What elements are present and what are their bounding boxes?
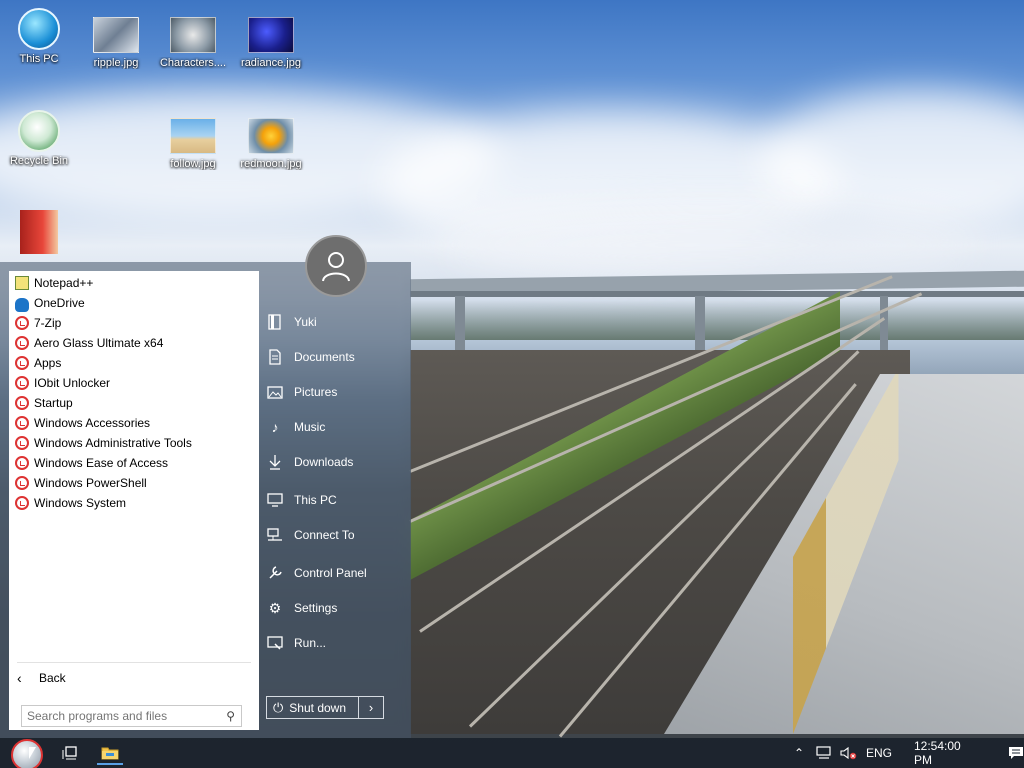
- program-folder-windows-admin-tools[interactable]: Windows Administrative Tools: [9, 433, 259, 453]
- place-control-panel[interactable]: Control Panel: [266, 560, 367, 586]
- task-view-button[interactable]: [58, 741, 84, 765]
- program-folder-windows-ease-of-access[interactable]: Windows Ease of Access: [9, 453, 259, 473]
- place-downloads[interactable]: Downloads: [266, 449, 353, 475]
- computer-icon: [18, 8, 60, 50]
- system-tray: ⌃ ENG 12:54:00 PM: [790, 738, 1024, 768]
- user-avatar[interactable]: [305, 235, 367, 297]
- image-file-icon: [170, 17, 216, 53]
- folder-icon: [15, 416, 29, 430]
- place-this-pc[interactable]: This PC: [266, 487, 337, 513]
- program-folder-aero-glass[interactable]: Aero Glass Ultimate x64: [9, 333, 259, 353]
- folder-icon: [15, 456, 29, 470]
- desktop-icon-radiance[interactable]: radiance.jpg: [233, 17, 309, 69]
- program-folder-windows-powershell[interactable]: Windows PowerShell: [9, 473, 259, 493]
- desktop-icon-book-app[interactable]: [1, 210, 77, 258]
- image-file-icon: [93, 17, 139, 53]
- start-button[interactable]: [11, 739, 43, 768]
- image-file-icon: [248, 118, 294, 154]
- desktop-icon-redmoon[interactable]: redmoon.jpg: [233, 118, 309, 170]
- desktop-icon-characters[interactable]: Characters....: [155, 17, 231, 69]
- taskbar: ⌃ ENG 12:54:00 PM: [0, 738, 1024, 768]
- book-application-icon: [20, 210, 58, 254]
- chevron-left-icon: ‹: [17, 670, 22, 686]
- clock[interactable]: 12:54:00 PM: [914, 739, 982, 767]
- network-status-icon[interactable]: [816, 746, 834, 760]
- document-icon: [266, 348, 284, 366]
- search-box[interactable]: ⚲: [21, 705, 242, 727]
- recycle-bin-icon: [18, 110, 60, 152]
- monitor-icon: [266, 491, 284, 509]
- picture-icon: [266, 383, 284, 401]
- program-folder-windows-system[interactable]: Windows System: [9, 493, 259, 513]
- task-view-icon: [62, 746, 77, 760]
- program-folder-7-zip[interactable]: 7-Zip: [9, 313, 259, 333]
- program-folder-windows-accessories[interactable]: Windows Accessories: [9, 413, 259, 433]
- shutdown-control: ⏻ Shut down ›: [266, 696, 384, 719]
- user-folder-icon: [266, 313, 284, 331]
- onedrive-cloud-icon: [15, 297, 29, 312]
- place-documents[interactable]: Documents: [266, 344, 355, 370]
- chevron-up-icon[interactable]: ⌃: [790, 746, 808, 760]
- folder-icon: [15, 436, 29, 450]
- action-center-icon[interactable]: [1008, 746, 1024, 760]
- program-list-divider: [17, 662, 251, 663]
- shutdown-options-button[interactable]: ›: [359, 697, 383, 718]
- place-music[interactable]: ♪ Music: [266, 414, 326, 440]
- control-panel-icon: [266, 564, 284, 582]
- mouse-cursor-icon: [29, 747, 36, 759]
- power-icon: ⏻: [273, 699, 284, 715]
- program-folder-apps[interactable]: Apps: [9, 353, 259, 373]
- desktop-icon-this-pc[interactable]: This PC: [1, 8, 77, 65]
- run-icon: [266, 634, 284, 652]
- chevron-right-icon: ›: [368, 700, 374, 715]
- download-arrow-icon: [266, 453, 284, 471]
- place-pictures[interactable]: Pictures: [266, 379, 337, 405]
- notepad-icon: [15, 276, 29, 290]
- folder-icon: [15, 316, 29, 330]
- desktop-icon-ripple[interactable]: ripple.jpg: [78, 17, 154, 69]
- folder-icon: [101, 747, 119, 759]
- program-folder-startup[interactable]: Startup: [9, 393, 259, 413]
- desktop-icon-follow[interactable]: follow.jpg: [155, 118, 231, 170]
- shutdown-button[interactable]: ⏻ Shut down: [267, 697, 359, 718]
- folder-icon: [15, 476, 29, 490]
- language-indicator[interactable]: ENG: [866, 746, 892, 760]
- image-file-icon: [170, 118, 216, 154]
- gear-icon: ⚙: [268, 599, 282, 616]
- program-list-pane: Notepad++ OneDrive 7-Zip Aero Glass Ulti…: [9, 271, 259, 730]
- music-note-icon: ♪: [271, 419, 279, 435]
- program-onedrive[interactable]: OneDrive: [9, 293, 259, 313]
- desktop-icon-recycle-bin[interactable]: Recycle Bin: [1, 110, 77, 167]
- volume-muted-icon[interactable]: [840, 746, 858, 760]
- program-list: Notepad++ OneDrive 7-Zip Aero Glass Ulti…: [9, 273, 259, 513]
- folder-icon: [15, 376, 29, 390]
- search-icon[interactable]: ⚲: [226, 709, 235, 723]
- folder-icon: [15, 356, 29, 370]
- program-notepad-plus-plus[interactable]: Notepad++: [9, 273, 259, 293]
- image-file-icon: [248, 17, 294, 53]
- file-explorer-button[interactable]: [97, 741, 123, 765]
- place-user-folder[interactable]: Yuki: [266, 309, 317, 335]
- search-input[interactable]: [27, 709, 217, 723]
- folder-icon: [15, 496, 29, 510]
- start-menu: Notepad++ OneDrive 7-Zip Aero Glass Ulti…: [0, 262, 411, 738]
- place-settings[interactable]: ⚙ Settings: [266, 595, 338, 621]
- network-icon: [266, 526, 284, 544]
- program-folder-iobit-unlocker[interactable]: IObit Unlocker: [9, 373, 259, 393]
- place-connect-to[interactable]: Connect To: [266, 522, 355, 548]
- folder-icon: [15, 396, 29, 410]
- back-button[interactable]: ‹ Back: [17, 667, 66, 689]
- folder-icon: [15, 336, 29, 350]
- user-icon: [322, 252, 350, 282]
- place-run[interactable]: Run...: [266, 630, 326, 656]
